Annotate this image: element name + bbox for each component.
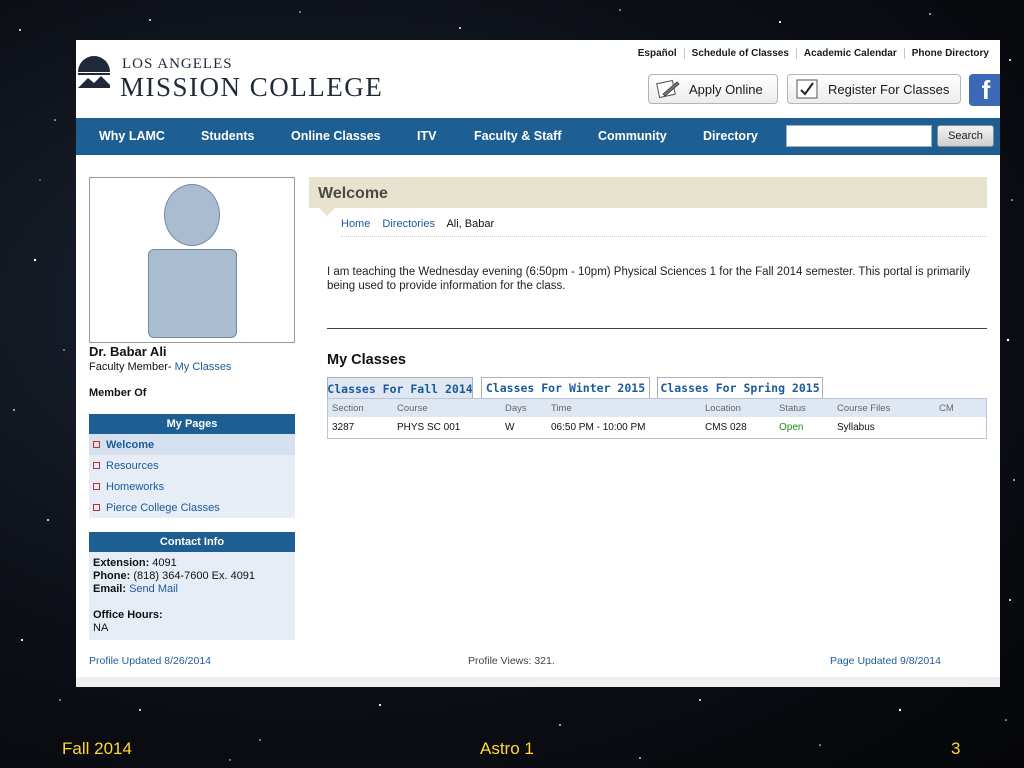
register-classes-label: Register For Classes [828,81,950,97]
contact-extension: Extension: 4091 [93,557,177,569]
page-title: Welcome [318,185,388,202]
cell-location-link[interactable]: CMS 028 [705,422,747,433]
divider [327,328,987,329]
col-cm: CM [939,403,954,414]
profile-views: Profile Views: 321. [468,655,555,667]
col-course: Course [397,403,428,414]
sidebar-item-resources[interactable]: Resources [89,455,295,476]
square-bullet-icon [93,483,100,490]
top-link-schedule[interactable]: Schedule of Classes [683,48,796,59]
profile-photo [89,177,295,343]
syllabus-link[interactable]: Syllabus [837,422,875,433]
cell-course: PHYS SC 001 [397,422,461,433]
nav-students[interactable]: Students [201,129,254,143]
search-button[interactable]: Search [937,125,994,147]
welcome-header: Welcome [309,177,987,216]
sidebar-item-label: Homeworks [106,480,165,493]
cell-days: W [505,422,515,433]
nav-online-classes[interactable]: Online Classes [291,129,381,143]
my-classes-link[interactable]: My Classes [175,361,232,373]
slide-number: 3 [951,739,961,758]
my-classes-heading: My Classes [327,352,406,368]
college-logo[interactable]: LOS ANGELES MISSION COLLEGE [76,52,382,102]
classes-table: Section Course Days Time Location Status… [327,398,987,439]
main-nav: Why LAMC Students Online Classes ITV Fac… [76,118,1000,155]
profile-role: Faculty Member- My Classes [89,361,231,373]
avatar-head [164,184,220,246]
pencil-paper-icon [655,79,681,99]
page-updated: Page Updated 9/8/2014 [830,655,941,667]
sidebar-item-pierce-college[interactable]: Pierce College Classes [89,497,295,518]
apply-online-label: Apply Online [689,81,763,97]
nav-faculty-staff[interactable]: Faculty & Staff [474,129,562,143]
profile-role-text: Faculty Member- [89,361,172,373]
nav-why-lamc[interactable]: Why LAMC [99,129,165,143]
sidebar-item-homeworks[interactable]: Homeworks [89,476,295,497]
sidebar-item-label: Welcome [106,438,155,451]
nav-community[interactable]: Community [598,129,667,143]
breadcrumb-current: Ali, Babar [446,218,495,230]
office-hours-label: Office Hours: [93,609,163,621]
checkmark-icon [794,79,820,99]
browser-page: LOS ANGELES MISSION COLLEGE Español Sche… [76,40,1000,687]
col-location: Location [705,403,741,414]
member-of-heading: Member Of [89,387,147,399]
square-bullet-icon [93,504,100,511]
slide-footer-left: Fall 2014 [62,739,132,758]
contact-info: Extension: 4091 Phone: (818) 364-7600 Ex… [89,552,295,640]
logo-text-top: LOS ANGELES [122,56,233,72]
sidebar-item-label: Resources [106,459,159,472]
tab-fall-2014[interactable]: Classes For Fall 2014 [327,377,473,399]
office-hours-value: NA [93,622,109,634]
tab-winter-2015[interactable]: Classes For Winter 2015 [481,377,650,398]
nav-directory[interactable]: Directory [703,129,758,143]
col-days: Days [505,403,527,414]
col-time: Time [551,403,572,414]
header-notch [319,208,335,216]
col-status: Status [779,403,806,414]
col-section: Section [332,403,364,414]
col-course-files: Course Files [837,403,891,414]
register-classes-button[interactable]: Register For Classes [787,74,961,104]
square-bullet-icon [93,462,100,469]
intro-text: I am teaching the Wednesday evening (6:5… [327,266,971,292]
avatar-body [148,249,237,338]
top-links: Español Schedule of Classes Academic Cal… [631,48,996,59]
logo-text-bottom: MISSION COLLEGE [120,72,384,102]
breadcrumb-home[interactable]: Home [341,218,370,230]
cell-status: Open [779,422,804,433]
facebook-icon[interactable]: f [969,74,1000,106]
slide-footer-center: Astro 1 [480,739,534,758]
my-pages-list: Welcome Resources Homeworks Pierce Colle… [89,434,295,518]
mountain-logo-icon [78,56,110,88]
tab-spring-2015[interactable]: Classes For Spring 2015 [657,377,823,398]
page-bottom-bar [76,677,1000,687]
sidebar-item-welcome[interactable]: Welcome [89,434,295,455]
sidebar-item-label: Pierce College Classes [106,501,220,514]
my-pages-heading: My Pages [89,414,295,434]
cell-section: 3287 [332,422,355,433]
search-input[interactable] [786,125,932,147]
cell-time: 06:50 PM - 10:00 PM [551,422,646,433]
contact-info-heading: Contact Info [89,532,295,552]
contact-email: Email: Send Mail [93,583,178,595]
top-link-espanol[interactable]: Español [631,48,684,59]
top-link-calendar[interactable]: Academic Calendar [795,48,904,59]
apply-online-button[interactable]: Apply Online [648,74,778,104]
profile-updated: Profile Updated 8/26/2014 [89,655,212,667]
breadcrumb-directories[interactable]: Directories [382,218,435,230]
nav-itv[interactable]: ITV [417,129,436,143]
table-header: Section Course Days Time Location Status… [328,399,986,417]
top-link-phone-directory[interactable]: Phone Directory [903,48,996,59]
profile-name: Dr. Babar Ali [89,344,167,359]
square-bullet-icon [93,441,100,448]
breadcrumb: Home Directories Ali, Babar [341,218,987,237]
send-mail-link[interactable]: Send Mail [129,583,178,595]
contact-phone: Phone: (818) 364-7600 Ex. 4091 [93,570,256,582]
